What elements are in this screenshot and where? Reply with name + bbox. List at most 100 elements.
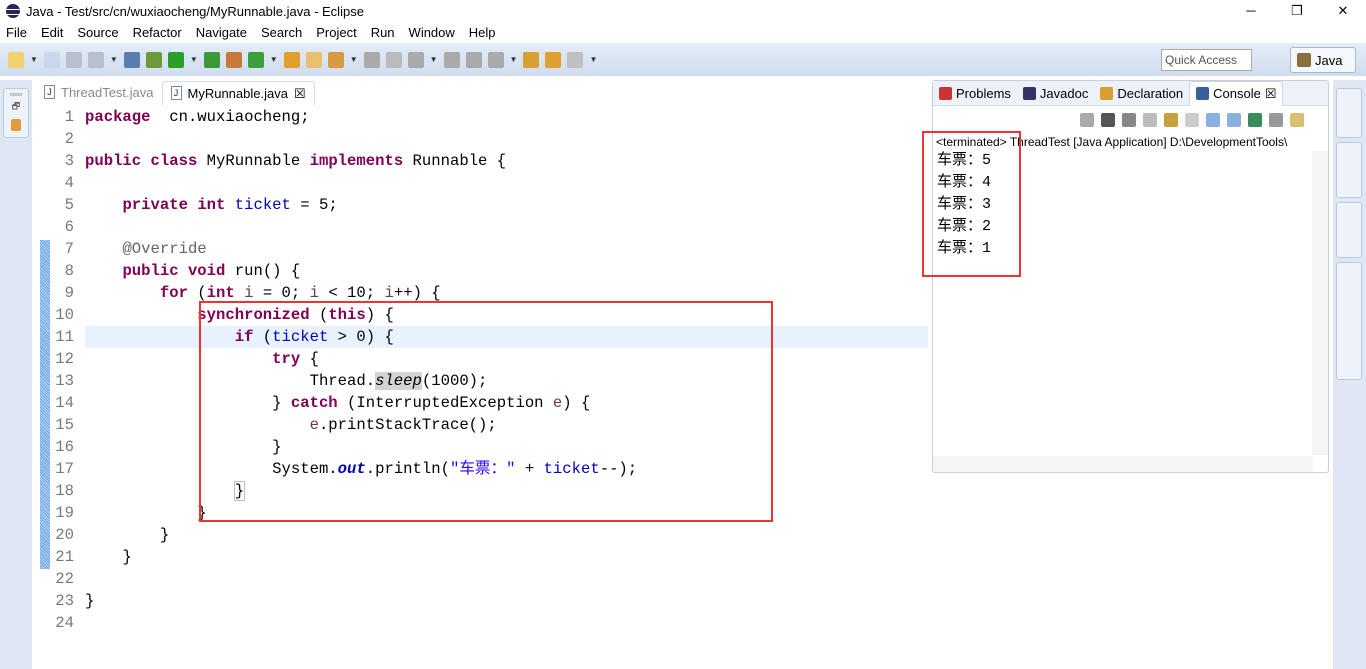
terminate-icon[interactable] [1080, 113, 1094, 127]
code-token: for [159, 284, 188, 302]
toolbar-icon[interactable] [465, 51, 482, 68]
remove-all-icon[interactable] [1122, 113, 1136, 127]
menu-project[interactable]: Project [316, 25, 356, 40]
toolbar-icon[interactable] [247, 51, 264, 68]
declaration-icon [1100, 86, 1114, 100]
close-button[interactable]: ✕ [1320, 0, 1366, 22]
remove-launch-icon[interactable] [1101, 113, 1115, 127]
close-tab-icon[interactable]: ☒ [1265, 86, 1277, 102]
tab-declaration[interactable]: Declaration [1094, 81, 1189, 106]
menu-edit[interactable]: Edit [41, 25, 63, 40]
window-title: Java - Test/src/cn/wuxiaocheng/MyRunnabl… [26, 3, 364, 19]
toolbar-icon[interactable] [65, 51, 82, 68]
toolbar-icon[interactable] [363, 51, 380, 68]
toolbar-icon[interactable] [43, 51, 60, 68]
toolbar-icon[interactable] [283, 51, 300, 68]
toolbar-icon[interactable] [123, 51, 140, 68]
menu-help[interactable]: Help [469, 25, 496, 40]
dropdown-arrow-icon[interactable]: ▼ [270, 55, 278, 64]
display-console-icon[interactable] [1269, 113, 1283, 127]
close-tab-icon[interactable]: ☒ [294, 86, 306, 105]
toolbar-icon[interactable] [407, 51, 424, 68]
menu-run[interactable]: Run [371, 25, 395, 40]
code-token: ticket [234, 196, 291, 214]
tab-problems[interactable]: Problems [933, 81, 1017, 106]
horizontal-scrollbar[interactable] [933, 456, 1313, 472]
minimized-panel[interactable] [1336, 262, 1362, 380]
toolbar-icon[interactable] [87, 51, 104, 68]
tab-label: Javadoc [1039, 85, 1089, 101]
code-token: public [85, 152, 142, 170]
menu-refactor[interactable]: Refactor [133, 25, 182, 40]
toolbar-icon[interactable] [145, 51, 162, 68]
show-on-stdout-icon[interactable] [1206, 113, 1220, 127]
code-token: cn.wuxiaocheng; [150, 108, 310, 126]
dropdown-arrow-icon[interactable]: ▼ [110, 55, 118, 64]
word-wrap-icon[interactable] [1185, 113, 1199, 127]
dropdown-arrow-icon[interactable]: ▼ [190, 55, 198, 64]
tab-myrunnable-java[interactable]: J MyRunnable.java ☒ [161, 81, 315, 105]
tab-label: MyRunnable.java [187, 86, 288, 101]
show-on-stderr-icon[interactable] [1227, 113, 1241, 127]
toolbar-icon[interactable] [567, 51, 584, 68]
line-number: 8 [64, 262, 74, 280]
menu-source[interactable]: Source [77, 25, 118, 40]
line-number: 16 [55, 438, 74, 456]
menu-search[interactable]: Search [261, 25, 302, 40]
clear-console-icon[interactable] [1143, 113, 1157, 127]
minimized-panel[interactable]: ▫▫▫▫ 🗗 [3, 88, 29, 138]
code-line: private int ticket = 5; [85, 194, 928, 216]
menu-window[interactable]: Window [409, 25, 455, 40]
toolbar-icon[interactable] [385, 51, 402, 68]
dropdown-arrow-icon[interactable]: ▼ [589, 55, 597, 64]
at-icon [1022, 86, 1036, 100]
toolbar-icon[interactable] [167, 51, 184, 68]
code-token: package [85, 108, 151, 126]
menu-file[interactable]: File [6, 25, 27, 40]
toolbar-icon[interactable] [545, 51, 562, 68]
toolbar-icon[interactable] [8, 51, 24, 68]
toolbar-icon[interactable] [203, 51, 220, 68]
dropdown-arrow-icon[interactable]: ▼ [30, 55, 38, 64]
java-file-icon: J [170, 86, 182, 100]
toolbar-icon[interactable] [443, 51, 460, 68]
java-perspective-button[interactable]: Java [1290, 47, 1356, 73]
minimized-panel[interactable] [1336, 88, 1362, 138]
toolbar-icon[interactable] [305, 51, 322, 68]
code-line: } [85, 524, 928, 546]
dropdown-arrow-icon[interactable]: ▼ [430, 55, 438, 64]
problems-icon [939, 86, 952, 100]
line-number: 13 [55, 372, 74, 390]
hierarchy-icon[interactable] [11, 119, 21, 131]
view-tabs: Problems Javadoc Declaration Console ☒ [933, 80, 1328, 106]
tab-threadtest-java[interactable]: J ThreadTest.java [36, 81, 162, 105]
menu-navigate[interactable]: Navigate [196, 25, 247, 40]
minimize-button[interactable]: ─ [1228, 0, 1274, 22]
restore-icon[interactable]: ▫▫▫▫ 🗗 [4, 89, 28, 115]
line-number: 11 [55, 328, 74, 346]
toolbar-icon[interactable] [523, 51, 540, 68]
pin-console-icon[interactable] [1248, 113, 1262, 127]
toolbar-icon[interactable] [225, 51, 242, 68]
tab-javadoc[interactable]: Javadoc [1017, 81, 1094, 106]
tab-label: Problems [956, 85, 1011, 101]
toolbar-icon[interactable] [487, 51, 504, 68]
dropdown-arrow-icon[interactable]: ▼ [510, 55, 518, 64]
quick-access-input[interactable]: Quick Access [1161, 49, 1252, 71]
minimized-panel[interactable] [1336, 202, 1362, 258]
console-toolbar [933, 106, 1328, 134]
code-token: } [85, 548, 132, 566]
code-token: implements [309, 152, 404, 170]
perspective-label: Java [1315, 52, 1343, 68]
scroll-lock-icon[interactable] [1164, 113, 1178, 127]
toolbar-icon[interactable] [327, 51, 344, 68]
dropdown-arrow-icon[interactable]: ▼ [350, 55, 358, 64]
open-console-icon[interactable] [1290, 113, 1304, 127]
maximize-button[interactable]: ❐ [1274, 0, 1320, 22]
vertical-scrollbar[interactable] [1312, 151, 1328, 455]
tab-console[interactable]: Console ☒ [1189, 80, 1284, 106]
minimized-panel[interactable] [1336, 142, 1362, 198]
